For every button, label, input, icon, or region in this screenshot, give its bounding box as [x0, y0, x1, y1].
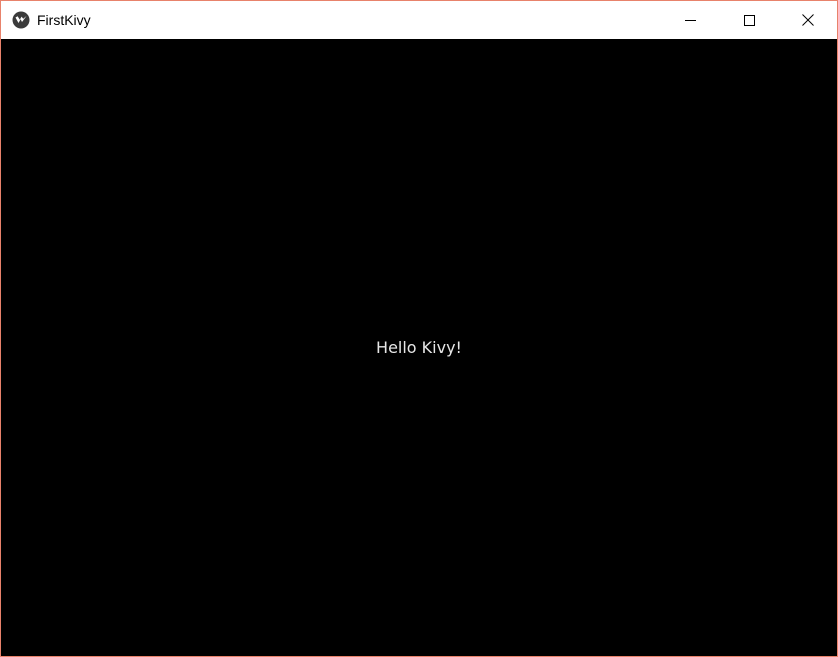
minimize-button[interactable]	[661, 1, 719, 39]
maximize-button[interactable]	[720, 1, 778, 39]
close-icon	[802, 14, 814, 26]
app-window: FirstKivy Hello Kivy!	[0, 0, 838, 657]
hello-label: Hello Kivy!	[376, 338, 462, 357]
kivy-logo-icon[interactable]	[12, 11, 30, 29]
maximize-icon	[743, 14, 755, 26]
title-bar[interactable]: FirstKivy	[1, 1, 837, 39]
window-title: FirstKivy	[37, 12, 91, 28]
app-canvas: Hello Kivy!	[1, 39, 837, 656]
minimize-icon	[684, 15, 696, 26]
close-button[interactable]	[779, 1, 837, 39]
